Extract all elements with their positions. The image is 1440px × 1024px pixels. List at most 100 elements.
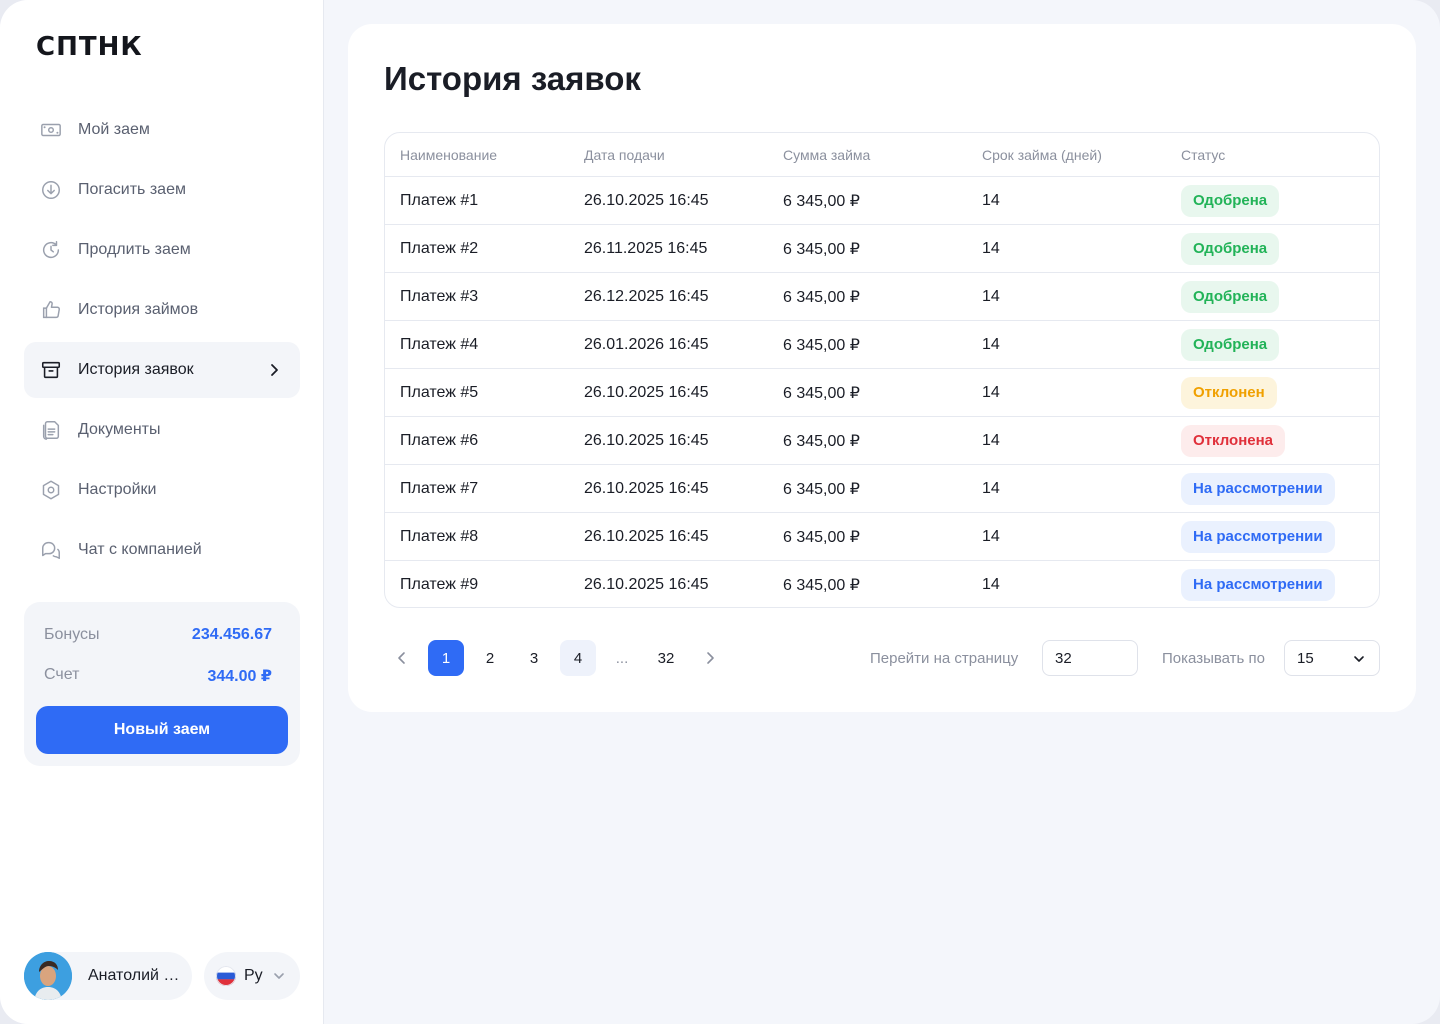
balance-card: Бонусы 234.456.67 Счет 344.00 ₽ Новый за… (24, 602, 300, 766)
sidebar-item-label: Документы (78, 421, 161, 438)
sidebar-item-label: Чат с компанией (78, 541, 202, 558)
cell-date: 26.10.2025 16:45 (584, 527, 709, 545)
cell-name: Платеж #4 (400, 335, 479, 353)
per-page-value: 15 (1297, 649, 1314, 667)
new-loan-button[interactable]: Новый заем (36, 706, 288, 754)
page-ellipsis: ... (615, 649, 629, 667)
status-badge: На рассмотрении (1181, 569, 1335, 601)
status-badge: Одобрена (1181, 280, 1280, 313)
sidebar-item-application-history[interactable]: История заявок (24, 342, 300, 398)
cell-date: 26.10.2025 16:45 (584, 383, 709, 401)
cell-status: На рассмотрении (1181, 569, 1379, 601)
account-value: 344.00 ₽ (207, 668, 272, 685)
sidebar-item-settings[interactable]: Настройки (24, 462, 300, 518)
status-badge: На рассмотрении (1181, 520, 1335, 553)
cell-status: Одобрена (1181, 280, 1379, 313)
settings-icon (40, 479, 62, 501)
chat-icon (40, 539, 62, 561)
cell-term: 14 (982, 527, 1000, 545)
table-row[interactable]: Платеж #7 26.10.2025 16:45 6 345,00 ₽ 14 На … (385, 465, 1379, 513)
sidebar-item-repay-loan[interactable]: Погасить заем (24, 162, 300, 218)
table-body: Платеж #1 26.10.2025 16:45 6 345,00 ₽ 14 Одо… (385, 177, 1379, 607)
cell-status: Отклонен (1181, 376, 1379, 409)
brand-logo[interactable]: СПТНК (36, 32, 143, 62)
sidebar-item-label: Настройки (78, 481, 157, 498)
cell-amount: 6 345,00 ₽ (783, 432, 860, 450)
cell-term: 14 (982, 287, 1000, 305)
page-button[interactable]: 1 (428, 640, 464, 676)
page-title: История заявок (384, 60, 641, 97)
column-header-date: Дата подачи (584, 146, 665, 163)
next-page-button[interactable] (692, 640, 728, 676)
user-profile[interactable]: Анатолий Петров (24, 952, 192, 1000)
cell-status: На рассмотрении (1181, 472, 1379, 505)
sidebar-item-label: История заявок (78, 361, 194, 378)
russia-flag-icon (216, 966, 236, 986)
sidebar-item-documents[interactable]: Документы (24, 402, 300, 458)
goto-page-input[interactable] (1042, 640, 1138, 676)
sidebar-item-chat[interactable]: Чат с компанией (24, 522, 300, 578)
documents-icon (40, 419, 62, 441)
cell-name: Платеж #5 (400, 383, 479, 401)
cell-date: 26.10.2025 16:45 (584, 576, 709, 593)
language-selector[interactable]: Ру (204, 952, 300, 1000)
sidebar-item-extend-loan[interactable]: Продлить заем (24, 222, 300, 278)
prev-page-button[interactable] (384, 640, 420, 676)
cell-date: 26.10.2025 16:45 (584, 191, 709, 209)
cell-status: Отклонена (1181, 424, 1379, 457)
table-row[interactable]: Платеж #6 26.10.2025 16:45 6 345,00 ₽ 14 Отк… (385, 417, 1379, 465)
cell-name: Платеж #1 (400, 191, 479, 209)
status-badge: Одобрена (1181, 328, 1280, 361)
chevron-left-icon (398, 652, 405, 664)
cell-status: На рассмотрении (1181, 520, 1379, 553)
thumb-up-icon (40, 299, 62, 321)
cell-date: 26.11.2025 16:45 (584, 239, 708, 257)
sidebar: СПТНК Мой заем Погасить заем Продлить за… (0, 0, 324, 1024)
per-page-select[interactable]: 15 (1284, 640, 1380, 676)
status-badge: Одобрена (1181, 184, 1280, 217)
cell-term: 14 (982, 383, 1000, 401)
goto-page-label: Перейти на страницу (870, 650, 1019, 667)
cell-name: Платеж #6 (400, 431, 479, 449)
table-row[interactable]: Платеж #2 26.11.2025 16:45 6 345,00 ₽ 14 Одо… (385, 225, 1379, 273)
table-row[interactable]: Платеж #4 26.01.2026 16:45 6 345,00 ₽ 14 Одо… (385, 321, 1379, 369)
sidebar-nav: Мой заем Погасить заем Продлить заем Ист… (24, 102, 300, 582)
page-button[interactable]: 4 (560, 640, 596, 676)
account-label: Счет (44, 666, 80, 683)
chevron-down-icon (1354, 656, 1364, 662)
sidebar-item-label: Погасить заем (78, 181, 186, 198)
cell-term: 14 (982, 335, 1000, 353)
cell-amount: 6 345,00 ₽ (783, 577, 860, 594)
cell-amount: 6 345,00 ₽ (783, 240, 860, 258)
user-name: Анатолий Петров (88, 967, 180, 984)
cell-amount: 6 345,00 ₽ (783, 528, 860, 546)
cell-name: Платеж #7 (400, 479, 479, 497)
bonus-label: Бонусы (44, 626, 100, 643)
sidebar-item-my-loan[interactable]: Мой заем (24, 102, 300, 158)
column-header-status: Статус (1181, 146, 1226, 163)
language-label: Ру (244, 967, 263, 984)
pagination: 1 2 3 4 ... 32 (384, 640, 736, 676)
cell-name: Платеж #3 (400, 287, 479, 305)
cell-name: Платеж #2 (400, 239, 479, 257)
page-button[interactable]: 2 (472, 640, 508, 676)
cell-name: Платеж #9 (400, 576, 479, 593)
bonus-row: Бонусы 234.456.67 (44, 626, 272, 644)
table-row[interactable]: Платеж #3 26.12.2025 16:45 6 345,00 ₽ 14 Одо… (385, 273, 1379, 321)
table-row[interactable]: Платеж #9 26.10.2025 16:45 6 345,00 ₽ 14 На … (385, 561, 1379, 607)
page-button[interactable]: 3 (516, 640, 552, 676)
cell-amount: 6 345,00 ₽ (783, 288, 860, 306)
cell-amount: 6 345,00 ₽ (783, 336, 860, 354)
cell-term: 14 (982, 479, 1000, 497)
bonus-value: 234.456.67 (191, 626, 272, 643)
sidebar-item-loan-history[interactable]: История займов (24, 282, 300, 338)
table-row[interactable]: Платеж #5 26.10.2025 16:45 6 345,00 ₽ 14 Отк… (385, 369, 1379, 417)
application-history-card: История заявок Наименование Дата подачи … (348, 24, 1416, 712)
archive-icon (40, 359, 62, 381)
money-icon (40, 119, 62, 141)
table-row[interactable]: Платеж #8 26.10.2025 16:45 6 345,00 ₽ 14 На … (385, 513, 1379, 561)
page-button[interactable]: 32 (648, 640, 684, 676)
table-row[interactable]: Платеж #1 26.10.2025 16:45 6 345,00 ₽ 14 Одо… (385, 177, 1379, 225)
status-badge: Отклонена (1181, 424, 1286, 457)
cell-date: 26.10.2025 16:45 (584, 431, 709, 449)
